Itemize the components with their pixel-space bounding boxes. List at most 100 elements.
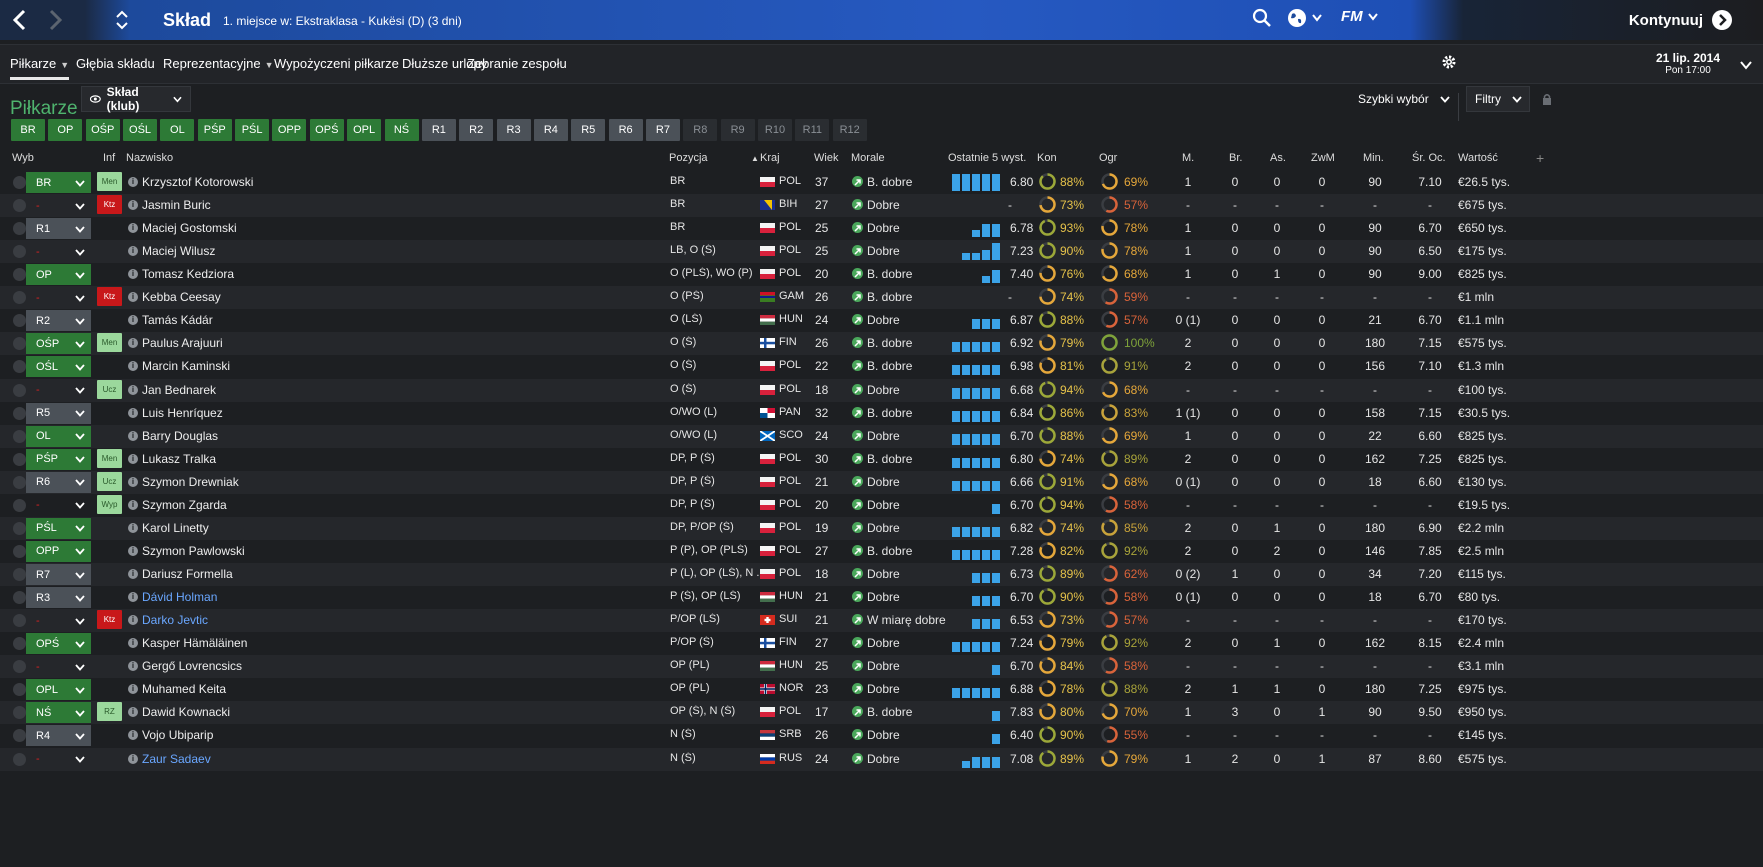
updown-button[interactable] xyxy=(107,5,137,35)
selection-dropdown[interactable]: - xyxy=(26,241,91,262)
selection-dropdown[interactable]: R5 xyxy=(26,402,91,424)
player-name[interactable]: Jan Bednarek xyxy=(142,383,216,397)
table-row[interactable]: - i Maciej Wilusz LB, O (Ś) POL 25 Dobre 7.23 90… xyxy=(0,240,1763,264)
quick-select-r12[interactable]: R12 xyxy=(832,119,867,141)
row-checkbox[interactable] xyxy=(13,706,26,720)
col-wyb[interactable]: Wyb xyxy=(12,152,34,164)
selection-dropdown[interactable]: R1 xyxy=(26,218,91,240)
quick-select-br[interactable]: BR xyxy=(11,119,45,141)
back-button[interactable] xyxy=(5,5,35,35)
info-icon[interactable]: i xyxy=(128,638,138,649)
info-icon[interactable]: i xyxy=(128,453,138,464)
world-menu-button[interactable] xyxy=(1287,8,1322,28)
col-inf[interactable]: Inf xyxy=(103,152,115,164)
player-name[interactable]: Paulus Arajuuri xyxy=(142,336,223,350)
quick-select-r8[interactable]: R8 xyxy=(683,119,718,141)
row-checkbox[interactable] xyxy=(13,568,26,582)
info-icon[interactable]: i xyxy=(128,545,138,556)
player-name[interactable]: Jasmin Buric xyxy=(142,198,211,212)
selection-dropdown[interactable]: R3 xyxy=(26,587,91,609)
quick-select-r10[interactable]: R10 xyxy=(758,119,792,141)
table-row[interactable]: R5 i Luis Henríquez O/WO (L) PAN 32 B. dobre 6.… xyxy=(0,402,1763,425)
row-checkbox[interactable] xyxy=(13,291,26,305)
lock-button[interactable] xyxy=(1542,93,1552,108)
quick-select-r3[interactable]: R3 xyxy=(496,119,531,141)
selection-dropdown[interactable]: BR xyxy=(26,172,91,193)
row-checkbox[interactable] xyxy=(13,591,26,605)
info-icon[interactable]: i xyxy=(128,476,138,487)
quick-select-pśl[interactable]: PŚL xyxy=(235,119,270,141)
row-checkbox[interactable] xyxy=(13,176,26,189)
player-name[interactable]: Maciej Wilusz xyxy=(142,244,215,258)
info-icon[interactable]: i xyxy=(128,269,138,280)
col-age[interactable]: Wiek xyxy=(814,152,838,164)
table-row[interactable]: R3 i Dávid Holman P (Ś), OP (LŚ) HUN 21 Dobre 6… xyxy=(0,586,1763,609)
player-name[interactable]: Kebba Ceesay xyxy=(142,290,221,304)
row-checkbox[interactable] xyxy=(13,498,26,512)
info-icon[interactable]: i xyxy=(128,707,138,718)
selection-dropdown[interactable]: - xyxy=(26,287,91,308)
player-name[interactable]: Szymon Drewniak xyxy=(142,475,239,489)
player-name[interactable]: Muhamed Keita xyxy=(142,682,226,696)
selection-dropdown[interactable]: OPŚ xyxy=(26,633,91,655)
table-row[interactable]: R7 i Dariusz Formella P (L), OP (LŚ), N ...… xyxy=(0,563,1763,587)
table-row[interactable]: OŚP Men i Paulus Arajuuri O (Ś) FIN 26 B. dobre… xyxy=(0,332,1763,356)
info-icon[interactable]: i xyxy=(128,200,138,211)
col-position[interactable]: Pozycja xyxy=(669,152,708,164)
table-row[interactable]: R4 i Vojo Ubiparip N (Ś) SRB 26 Dobre 6.40 90% 55… xyxy=(0,724,1763,747)
player-name[interactable]: Kasper Hämäläinen xyxy=(142,636,247,650)
row-checkbox[interactable] xyxy=(13,683,26,697)
table-row[interactable]: - Ktz i Kebba Ceesay O (PŚ) GAM 26 B. dobre - 74%… xyxy=(0,286,1763,310)
col-ogr[interactable]: Ogr xyxy=(1099,152,1117,164)
selection-dropdown[interactable]: R2 xyxy=(26,310,91,332)
col-as[interactable]: As. xyxy=(1270,152,1286,164)
info-icon[interactable]: i xyxy=(128,661,138,672)
quick-select-r6[interactable]: R6 xyxy=(608,119,643,141)
info-icon[interactable]: i xyxy=(128,522,138,533)
table-row[interactable]: - i Zaur Sadaev N (Ś) RUS 24 Dobre 7.08 89% 79% 1 2… xyxy=(0,747,1763,771)
info-icon[interactable]: i xyxy=(128,223,138,234)
table-row[interactable]: OP i Tomasz Kedziora O (PLŚ), WO (P) POL 20 B.… xyxy=(0,263,1763,286)
player-name[interactable]: Zaur Sadaev xyxy=(142,752,211,766)
selection-dropdown[interactable]: - xyxy=(26,749,91,770)
selection-dropdown[interactable]: - xyxy=(26,495,91,516)
row-checkbox[interactable] xyxy=(13,222,26,236)
info-icon[interactable]: i xyxy=(128,569,138,580)
add-column-button[interactable]: + xyxy=(1536,150,1544,166)
tab-5[interactable]: Zebranie zespołu xyxy=(467,45,567,83)
table-row[interactable]: - i Gergő Lovrencsics OP (PL) HUN 25 Dobre 6.70… xyxy=(0,655,1763,679)
tab-0[interactable]: Piłkarze ▼ xyxy=(10,45,70,83)
player-name[interactable]: Szymon Pawlowski xyxy=(142,544,245,558)
col-m[interactable]: M. xyxy=(1182,152,1194,164)
row-checkbox[interactable] xyxy=(13,199,26,213)
row-checkbox[interactable] xyxy=(13,337,26,351)
table-row[interactable]: R1 i Maciej Gostomski BR POL 25 Dobre 6.78 93% 78… xyxy=(0,217,1763,240)
info-icon[interactable]: i xyxy=(128,753,138,764)
col-last5[interactable]: Ostatnie 5 wyst. xyxy=(948,152,1026,164)
selection-dropdown[interactable]: OPP xyxy=(26,540,91,562)
player-name[interactable]: Maciej Gostomski xyxy=(142,221,237,235)
selection-dropdown[interactable]: - xyxy=(26,656,91,677)
info-icon[interactable]: i xyxy=(128,177,138,187)
player-name[interactable]: Dawid Kownacki xyxy=(142,705,230,719)
selection-dropdown[interactable]: OPL xyxy=(26,679,91,701)
row-checkbox[interactable] xyxy=(13,360,26,374)
player-name[interactable]: Krzysztof Kotorowski xyxy=(142,175,253,189)
continue-button[interactable]: Kontynuuj xyxy=(1600,0,1763,40)
quick-select-r4[interactable]: R4 xyxy=(533,119,568,141)
player-name[interactable]: Dariusz Formella xyxy=(142,567,233,581)
info-icon[interactable]: i xyxy=(128,246,138,257)
row-checkbox[interactable] xyxy=(13,406,26,420)
col-zwm[interactable]: ZwM xyxy=(1311,152,1335,164)
tab-1[interactable]: Głębia składu xyxy=(76,45,155,83)
col-min[interactable]: Min. xyxy=(1363,152,1384,164)
table-row[interactable]: OŚL i Marcin Kaminski O (Ś) POL 22 B. dobre 6.9… xyxy=(0,355,1763,378)
quick-select-r7[interactable]: R7 xyxy=(645,119,680,141)
player-name[interactable]: Karol Linetty xyxy=(142,521,209,535)
selection-dropdown[interactable]: PŚP xyxy=(26,448,91,470)
quick-select-nś[interactable]: NŚ xyxy=(384,119,419,141)
quick-select-opl[interactable]: OPL xyxy=(347,119,382,141)
info-icon[interactable]: i xyxy=(128,730,138,741)
info-icon[interactable]: i xyxy=(128,592,138,603)
table-row[interactable]: - Ucz i Jan Bednarek O (Ś) POL 18 Dobre 6.68 94% 6… xyxy=(0,378,1763,402)
